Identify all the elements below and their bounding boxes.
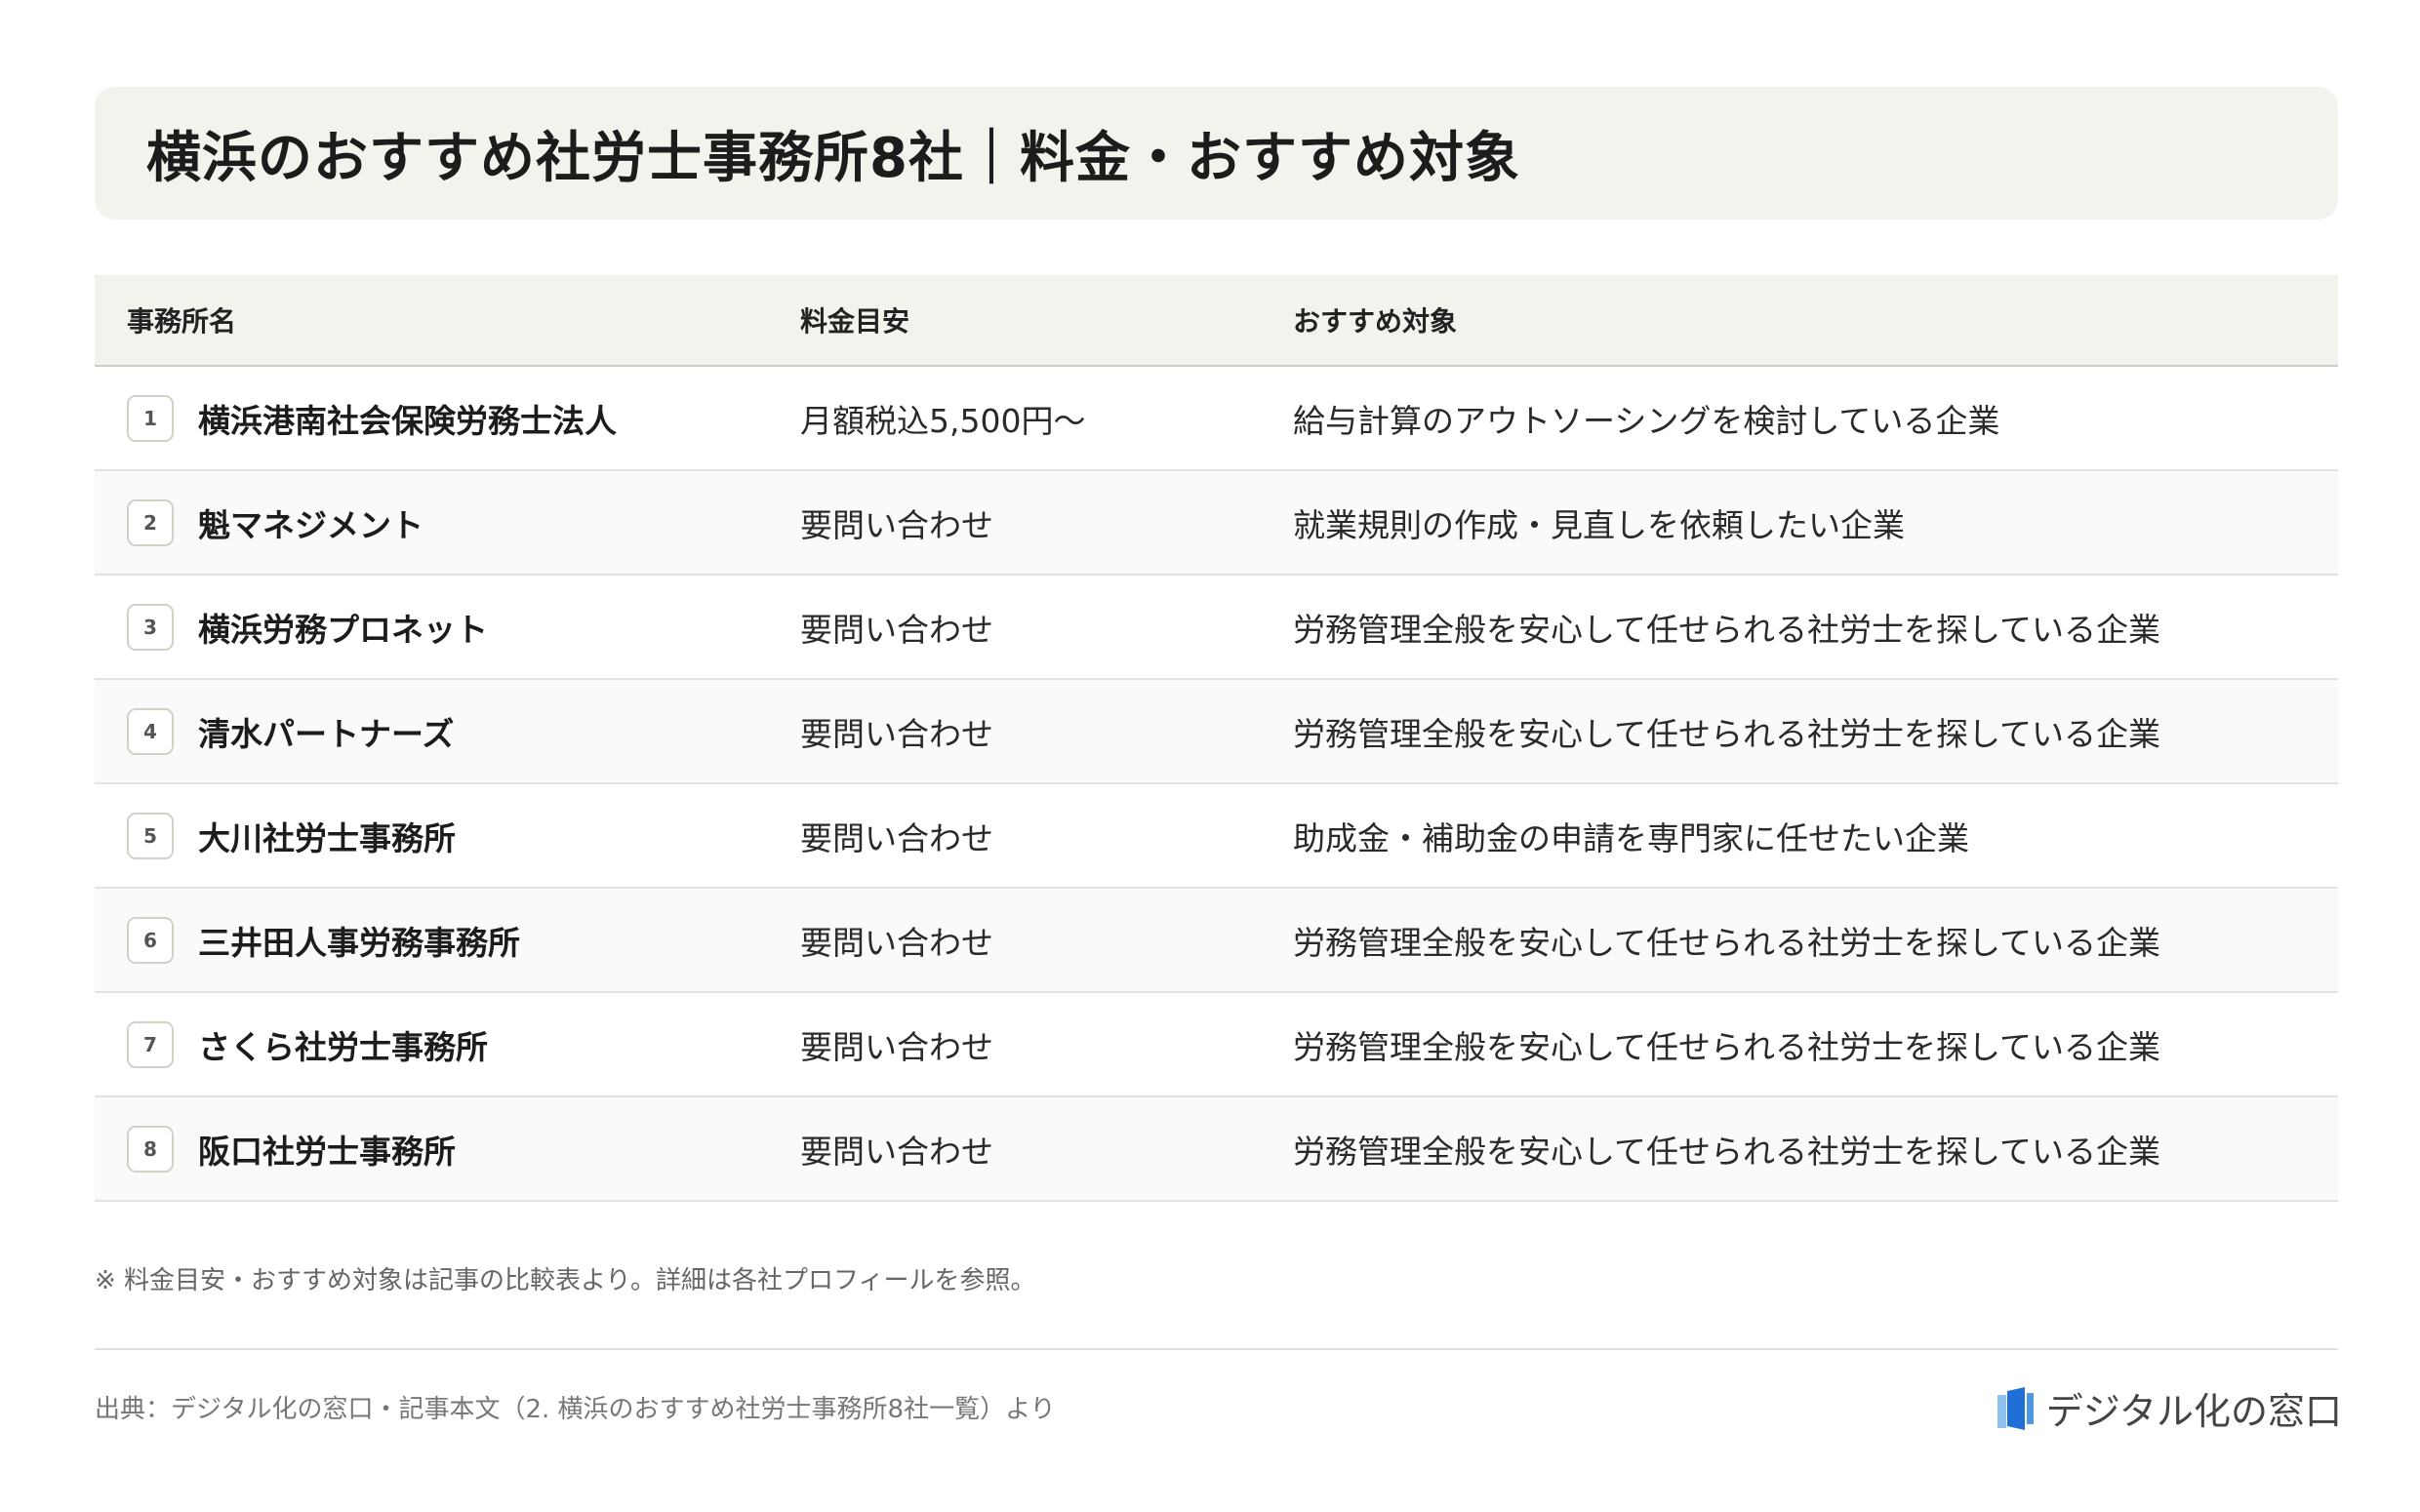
office-name: 清水パートナーズ	[198, 714, 455, 753]
office-name: 大川社労士事務所	[198, 818, 456, 857]
document-logo-icon	[1996, 1386, 2034, 1430]
footnote: ※ 料金目安・おすすめ対象は記事の比較表より。詳細は各社プロフィールを参照。	[95, 1266, 1036, 1295]
fee-estimate: 要問い合わせ	[800, 1027, 993, 1066]
recommended-target: 労務管理全般を安心して任せられる社労士を探している企業	[1293, 714, 2161, 753]
fee-estimate: 要問い合わせ	[800, 505, 993, 544]
table-body: 1 横浜港南社会保険労務士法人 月額税込5,500円〜 給与計算のアウトソーシングを検…	[95, 367, 2338, 1202]
table-row: 7 さくら社労士事務所 要問い合わせ 労務管理全般を安心して任せられる社労士を探してい…	[95, 993, 2338, 1097]
recommended-target: 給与計算のアウトソーシングを検討している企業	[1293, 401, 2000, 440]
recommended-target: 労務管理全般を安心して任せられる社労士を探している企業	[1293, 1132, 2161, 1171]
header-fee: 料金目安	[800, 305, 910, 338]
table-row: 4 清水パートナーズ 要問い合わせ 労務管理全般を安心して任せられる社労士を探している…	[95, 680, 2338, 784]
row-number-badge: 4	[127, 707, 174, 755]
row-number-badge: 8	[127, 1125, 174, 1173]
recommended-target: 労務管理全般を安心して任せられる社労士を探している企業	[1293, 1027, 2161, 1066]
brand-logo: デジタル化の窓口	[1996, 1381, 2342, 1435]
fee-estimate: 要問い合わせ	[800, 1132, 993, 1171]
office-name: 横浜港南社会保険労務士法人	[198, 401, 617, 440]
recommended-target: 助成金・補助金の申請を専門家に任せたい企業	[1293, 818, 1969, 857]
row-number-badge: 2	[127, 498, 174, 546]
office-name: 魁マネジメント	[198, 505, 424, 544]
fee-estimate: 要問い合わせ	[800, 714, 993, 753]
brand-name: デジタル化の窓口	[2045, 1390, 2342, 1433]
table-row: 8 阪口社労士事務所 要問い合わせ 労務管理全般を安心して任せられる社労士を探している…	[95, 1097, 2338, 1202]
office-table: 事務所名 料金目安 おすすめ対象 1 横浜港南社会保険労務士法人 月額税込5,500…	[95, 275, 2338, 1202]
office-name: 横浜労務プロネット	[198, 610, 488, 649]
row-number-badge: 3	[127, 603, 174, 651]
fee-estimate: 要問い合わせ	[800, 610, 993, 649]
divider	[95, 1348, 2338, 1350]
table-row: 2 魁マネジメント 要問い合わせ 就業規則の作成・見直しを依頼したい企業	[95, 471, 2338, 576]
table-row: 1 横浜港南社会保険労務士法人 月額税込5,500円〜 給与計算のアウトソーシングを検…	[95, 367, 2338, 471]
row-number-badge: 1	[127, 394, 174, 442]
table-row: 6 三井田人事労務事務所 要問い合わせ 労務管理全般を安心して任せられる社労士を探して…	[95, 889, 2338, 993]
table-row: 3 横浜労務プロネット 要問い合わせ 労務管理全般を安心して任せられる社労士を探してい…	[95, 576, 2338, 680]
fee-estimate: 要問い合わせ	[800, 923, 993, 962]
row-number-badge: 5	[127, 812, 174, 859]
office-name: さくら社労士事務所	[198, 1027, 488, 1066]
source-credit: 出典：デジタル化の窓口・記事本文（2. 横浜のおすすめ社労士事務所8社一覧）より	[95, 1395, 1056, 1424]
recommended-target: 就業規則の作成・見直しを依頼したい企業	[1293, 505, 1905, 544]
row-number-badge: 6	[127, 916, 174, 964]
fee-estimate: 月額税込5,500円〜	[800, 401, 1086, 440]
header-office-name: 事務所名	[127, 305, 237, 338]
fee-estimate: 要問い合わせ	[800, 818, 993, 857]
recommended-target: 労務管理全般を安心して任せられる社労士を探している企業	[1293, 610, 2161, 649]
recommended-target: 労務管理全般を安心して任せられる社労士を探している企業	[1293, 923, 2161, 962]
header-target: おすすめ対象	[1293, 305, 1458, 338]
page-title: 横浜のおすすめ社労士事務所8社｜料金・おすすめ対象	[146, 126, 1520, 190]
row-number-badge: 7	[127, 1020, 174, 1068]
table-row: 5 大川社労士事務所 要問い合わせ 助成金・補助金の申請を専門家に任せたい企業	[95, 784, 2338, 889]
title-banner: 横浜のおすすめ社労士事務所8社｜料金・おすすめ対象	[95, 87, 2338, 219]
office-name: 阪口社労士事務所	[198, 1132, 456, 1171]
table-header: 事務所名 料金目安 おすすめ対象	[95, 275, 2338, 367]
office-name: 三井田人事労務事務所	[198, 923, 520, 962]
